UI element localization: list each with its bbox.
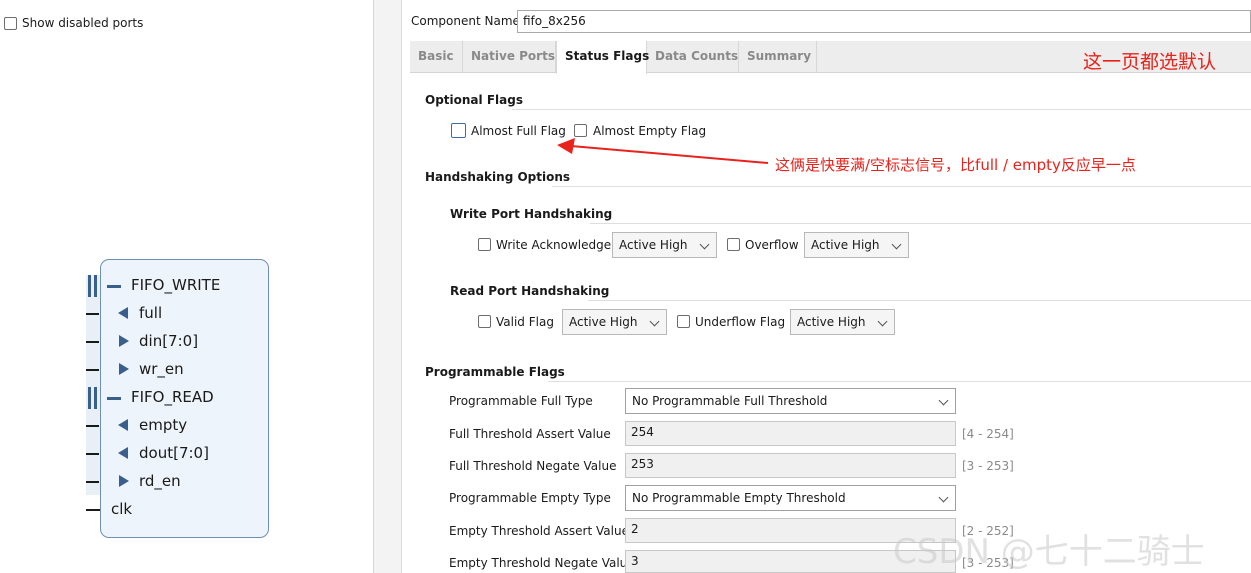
panel-splitter[interactable] bbox=[374, 0, 402, 573]
output-arrow-icon bbox=[118, 419, 128, 431]
chevron-down-icon bbox=[938, 492, 949, 503]
empty-negate-label: Empty Threshold Negate Value bbox=[449, 556, 635, 570]
full-assert-input[interactable]: 254 bbox=[625, 421, 956, 446]
full-negate-range: [3 - 253] bbox=[962, 459, 1014, 473]
pin-wr-en-label: wr_en bbox=[139, 360, 184, 378]
fifo-write-bus-bar bbox=[88, 275, 91, 297]
overflow-label: Overflow bbox=[745, 238, 799, 252]
chevron-down-icon bbox=[699, 239, 710, 250]
pin-clk-label: clk bbox=[111, 500, 133, 518]
underflow-select-value: Active High bbox=[797, 315, 866, 329]
tab-basic[interactable]: Basic bbox=[410, 41, 463, 73]
show-disabled-ports-label: Show disabled ports bbox=[22, 16, 144, 30]
tab-summary[interactable]: Summary bbox=[739, 41, 817, 73]
write-handshaking-title: Write Port Handshaking bbox=[450, 207, 613, 221]
component-name-label: Component Name bbox=[411, 14, 520, 28]
almost-full-label: Almost Full Flag bbox=[471, 124, 566, 138]
overflow-select-value: Active High bbox=[811, 238, 880, 252]
full-type-select-value: No Programmable Full Threshold bbox=[632, 394, 828, 408]
section-divider bbox=[512, 109, 1251, 110]
chevron-down-icon bbox=[891, 239, 902, 250]
pin-empty-label: empty bbox=[139, 416, 188, 434]
full-negate-label: Full Threshold Negate Value bbox=[449, 459, 617, 473]
pin-full-label: full bbox=[139, 304, 163, 322]
pin-rd-en-label: rd_en bbox=[139, 472, 181, 490]
valid-flag-label: Valid Flag bbox=[496, 315, 554, 329]
fifo-read-bus-bar-2 bbox=[94, 387, 97, 409]
empty-type-label: Programmable Empty Type bbox=[449, 491, 611, 505]
component-name-input[interactable]: fifo_8x256 bbox=[517, 10, 1251, 33]
underflow-label: Underflow Flag bbox=[695, 315, 786, 329]
fifo-write-bus-bar-2 bbox=[94, 275, 97, 297]
tab-status-flags[interactable]: Status Flags bbox=[556, 41, 649, 74]
page-note-annotation: 这一页都选默认 bbox=[1083, 51, 1217, 73]
almost-full-checkbox[interactable] bbox=[451, 123, 466, 138]
pin-empty-line bbox=[86, 425, 99, 427]
tab-data-counts[interactable]: Data Counts bbox=[647, 41, 739, 73]
show-disabled-ports-checkbox[interactable] bbox=[4, 17, 17, 30]
optional-flags-title: Optional Flags bbox=[425, 93, 523, 107]
pin-wr-en-line bbox=[86, 369, 99, 371]
write-ack-label: Write Acknowledge bbox=[496, 238, 612, 252]
empty-assert-label: Empty Threshold Assert Value bbox=[449, 524, 629, 538]
programmable-flags-title: Programmable Flags bbox=[425, 365, 565, 379]
valid-flag-select-value: Active High bbox=[569, 315, 638, 329]
read-handshaking-title: Read Port Handshaking bbox=[450, 284, 610, 298]
write-ack-select[interactable]: Active High bbox=[612, 232, 717, 258]
input-arrow-icon bbox=[119, 363, 129, 375]
pin-din-label: din[7:0] bbox=[139, 332, 199, 350]
write-ack-select-value: Active High bbox=[619, 238, 688, 252]
ip-symbol-panel: Show disabled ports FIFO_WRITE full din[… bbox=[0, 0, 374, 573]
valid-flag-checkbox[interactable] bbox=[478, 315, 491, 328]
chevron-down-icon bbox=[938, 395, 949, 406]
fifo-write-collapse-icon[interactable] bbox=[107, 285, 121, 288]
input-arrow-icon bbox=[119, 475, 129, 487]
underflow-select[interactable]: Active High bbox=[790, 309, 895, 335]
section-divider bbox=[588, 300, 1251, 301]
section-divider bbox=[548, 381, 1251, 382]
watermark: CSDN @七十二骑士 bbox=[893, 532, 1205, 572]
overflow-select[interactable]: Active High bbox=[804, 232, 909, 258]
fifo-write-label: FIFO_WRITE bbox=[131, 276, 221, 294]
pin-dout-label: dout[7:0] bbox=[139, 444, 209, 462]
pin-din-line bbox=[86, 341, 99, 343]
pin-dout-line bbox=[86, 453, 99, 455]
empty-type-select-value: No Programmable Empty Threshold bbox=[632, 491, 846, 505]
chevron-down-icon bbox=[649, 316, 660, 327]
almost-empty-checkbox[interactable] bbox=[574, 124, 587, 137]
chevron-down-icon bbox=[877, 316, 888, 327]
pin-full-line bbox=[86, 313, 99, 315]
full-assert-range: [4 - 254] bbox=[962, 427, 1014, 441]
almost-empty-label: Almost Empty Flag bbox=[593, 124, 707, 138]
input-arrow-icon bbox=[119, 335, 129, 347]
pin-clk-line bbox=[86, 509, 100, 511]
overflow-checkbox[interactable] bbox=[727, 238, 740, 251]
handshaking-title: Handshaking Options bbox=[425, 170, 571, 184]
valid-flag-select[interactable]: Active High bbox=[562, 309, 667, 335]
full-negate-input[interactable]: 253 bbox=[625, 453, 956, 478]
underflow-checkbox[interactable] bbox=[677, 315, 690, 328]
arrow-note-annotation: 这俩是快要满/空标志信号，比full / empty反应早一点 bbox=[775, 156, 1136, 174]
output-arrow-icon bbox=[118, 307, 128, 319]
tab-native-ports[interactable]: Native Ports bbox=[463, 41, 556, 73]
write-ack-checkbox[interactable] bbox=[478, 238, 491, 251]
output-arrow-icon bbox=[118, 447, 128, 459]
annotation-arrow bbox=[557, 138, 769, 164]
fifo-read-label: FIFO_READ bbox=[131, 388, 214, 406]
section-divider bbox=[552, 186, 1251, 187]
full-assert-label: Full Threshold Assert Value bbox=[449, 427, 611, 441]
empty-type-select[interactable]: No Programmable Empty Threshold bbox=[625, 485, 956, 511]
full-type-select[interactable]: No Programmable Full Threshold bbox=[625, 388, 956, 414]
full-type-label: Programmable Full Type bbox=[449, 394, 593, 408]
pin-rd-en-line bbox=[86, 481, 99, 483]
fifo-read-collapse-icon[interactable] bbox=[107, 397, 121, 400]
pin-column bbox=[86, 275, 100, 495]
fifo-read-bus-bar bbox=[88, 387, 91, 409]
section-divider bbox=[590, 223, 1251, 224]
